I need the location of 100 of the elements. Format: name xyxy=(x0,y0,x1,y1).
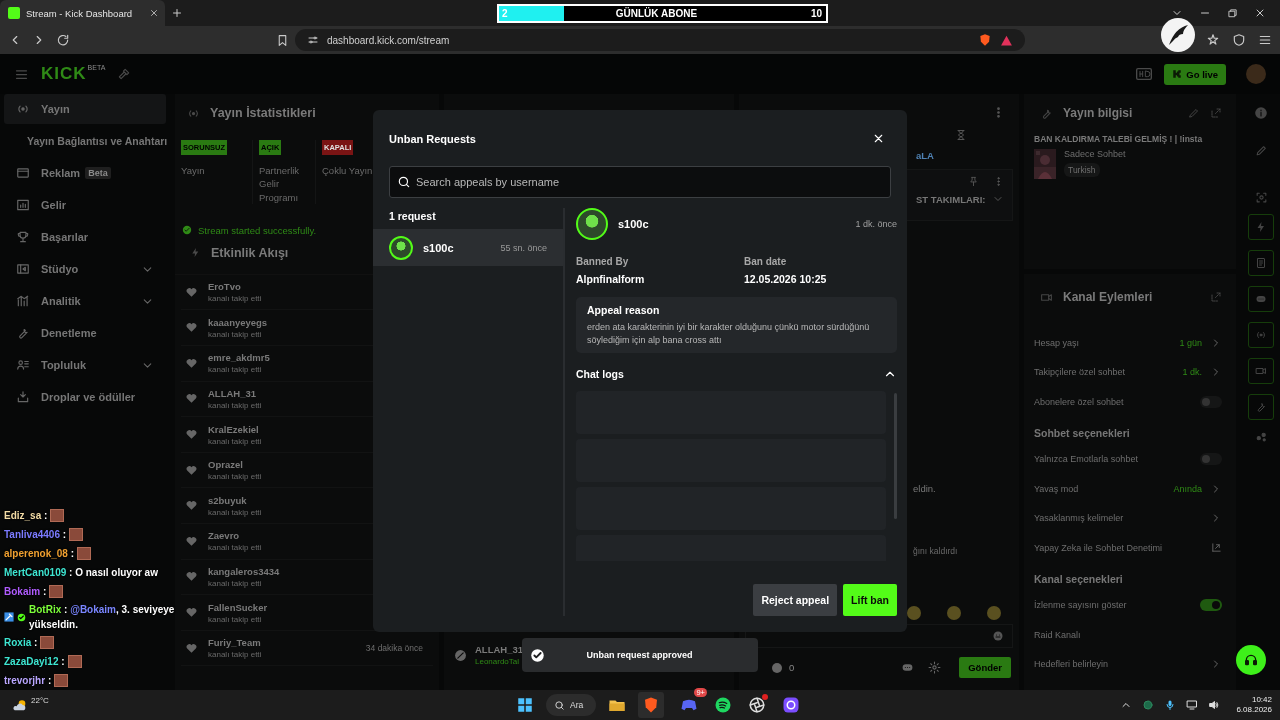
event-username[interactable]: FallenSucker xyxy=(208,601,268,613)
triangle-icon[interactable] xyxy=(1000,33,1013,47)
setting-label[interactable]: Takipçilere özel sohbet xyxy=(1034,367,1126,378)
event-username[interactable]: KralEzekiel xyxy=(208,423,262,435)
edit-icon[interactable] xyxy=(1188,107,1200,119)
sidebar-item[interactable]: Denetleme xyxy=(4,318,166,348)
category-name[interactable]: Sadece Sohbet xyxy=(1064,149,1126,159)
setting-label[interactable]: İzlenme sayısını göster xyxy=(1034,600,1127,611)
hourglass-icon[interactable] xyxy=(955,129,967,141)
music-app-icon[interactable] xyxy=(714,696,732,714)
windows-icon[interactable] xyxy=(516,696,534,714)
edit-icon[interactable] xyxy=(1254,144,1268,157)
sidebar-item[interactable]: Stüdyo xyxy=(4,254,166,284)
rail-button[interactable] xyxy=(1248,214,1274,240)
speaker-icon[interactable] xyxy=(1208,699,1221,711)
toggle-switch[interactable] xyxy=(1200,395,1222,408)
lion-shield-icon[interactable] xyxy=(978,33,992,47)
hammer-icon[interactable] xyxy=(117,67,132,81)
event-username[interactable]: EroTvo xyxy=(208,281,262,293)
sidebar-item[interactable]: Başarılar xyxy=(4,222,166,252)
event-username[interactable]: ALLAH_31 xyxy=(208,387,262,399)
setting-label[interactable]: Hesap yaşı xyxy=(1034,337,1080,348)
event-username[interactable]: kaaanyeyegs xyxy=(208,316,268,328)
site-settings-icon[interactable] xyxy=(307,34,319,46)
support-button[interactable] xyxy=(1236,645,1266,675)
event-username[interactable]: Furiy_Team xyxy=(208,637,262,649)
dots-icon[interactable] xyxy=(1254,430,1268,443)
avatar-icon[interactable] xyxy=(1246,64,1266,84)
popout-icon[interactable] xyxy=(1210,291,1222,303)
setting-label[interactable]: Yavaş mod xyxy=(1034,483,1079,494)
microphone-icon[interactable] xyxy=(1164,699,1177,711)
hd-icon[interactable] xyxy=(1136,68,1153,80)
sidebar-item[interactable]: Yayın xyxy=(4,94,166,124)
shield-icon[interactable] xyxy=(1232,33,1246,47)
close-icon[interactable] xyxy=(1254,7,1266,19)
sparkle-icon[interactable] xyxy=(1206,33,1220,47)
settings-icon[interactable] xyxy=(928,661,942,674)
event-username[interactable]: kangaleros3434 xyxy=(208,565,280,577)
external-link-icon[interactable] xyxy=(1211,542,1222,554)
clock-time[interactable]: 10:42 xyxy=(1251,695,1272,705)
status-dot-icon[interactable] xyxy=(1142,699,1155,711)
emote-icon[interactable] xyxy=(987,606,1001,620)
emote-icon[interactable] xyxy=(947,606,961,620)
setting-label[interactable]: Abonelere özel sohbet xyxy=(1034,396,1124,407)
browser-tab[interactable]: Stream - Kick Dashboard xyxy=(0,0,165,26)
toggle-switch[interactable] xyxy=(1200,453,1222,466)
taskbar-app[interactable] xyxy=(638,692,664,718)
chat-logs-toggle[interactable]: Chat logs xyxy=(576,353,897,392)
sidebar-item[interactable]: Yayın Bağlantısı ve Anahtarı xyxy=(4,126,166,156)
setting-label[interactable]: Yasaklanmış kelimeler xyxy=(1034,513,1124,524)
weather-icon[interactable] xyxy=(12,698,28,712)
sidebar-item[interactable]: Topluluk xyxy=(4,350,166,380)
sidebar-item[interactable]: Droplar ve ödüller xyxy=(4,382,166,412)
request-item[interactable]: s100c 55 sn. önce xyxy=(373,229,563,266)
rail-button[interactable] xyxy=(1248,322,1274,348)
kick-logo[interactable]: KICK xyxy=(41,64,87,84)
moderated-username[interactable]: ALLAH_31 xyxy=(475,644,524,655)
reject-button[interactable]: Reject appeal xyxy=(753,584,838,616)
setting-label[interactable]: Raid Kanalı xyxy=(1034,629,1081,640)
search-field[interactable]: Ara xyxy=(546,694,596,716)
search-field[interactable]: Search appeals by username xyxy=(389,166,891,198)
sidebar-item[interactable]: Reklam Beta xyxy=(4,158,166,188)
focus-icon[interactable] xyxy=(1254,191,1268,204)
event-username[interactable]: Zaevro xyxy=(208,530,262,542)
mention-link[interactable]: @Bokaim xyxy=(70,604,116,615)
sidebar-item[interactable]: Gelir xyxy=(4,190,166,220)
address-field[interactable]: dashboard.kick.com/stream xyxy=(295,29,1025,51)
toggle-switch[interactable] xyxy=(1200,599,1222,612)
network-icon[interactable] xyxy=(1186,699,1199,711)
popout-icon[interactable] xyxy=(1210,107,1222,119)
clock-date[interactable]: 6.08.2026 xyxy=(1236,705,1272,715)
aperture-icon[interactable] xyxy=(748,696,766,714)
ring-app-icon[interactable] xyxy=(782,696,800,714)
rail-button[interactable] xyxy=(1248,250,1274,276)
close-icon[interactable] xyxy=(149,8,159,18)
send-button[interactable]: Gönder xyxy=(959,657,1011,678)
rail-button[interactable] xyxy=(1248,358,1274,384)
rail-button[interactable] xyxy=(1248,286,1274,312)
sidebar-item[interactable]: Analitik xyxy=(4,286,166,316)
close-icon[interactable] xyxy=(872,132,885,145)
rail-button[interactable] xyxy=(1248,394,1274,420)
reload-icon[interactable] xyxy=(56,33,70,47)
event-username[interactable]: s2buyuk xyxy=(208,494,262,506)
bookmark-icon[interactable] xyxy=(276,33,289,47)
new-tab-icon[interactable] xyxy=(171,7,183,19)
event-username[interactable]: Oprazel xyxy=(208,459,262,471)
event-username[interactable]: emre_akdmr5 xyxy=(208,352,270,364)
setting-label[interactable]: Yapay Zeka ile Sohbet Denetimi xyxy=(1034,542,1162,553)
emote-icon[interactable] xyxy=(907,606,921,620)
pin-icon[interactable] xyxy=(968,176,979,187)
setting-label[interactable]: Yalnızca Emotlarla sohbet xyxy=(1034,454,1138,465)
moderator-name[interactable]: LeonardoTal xyxy=(475,657,524,666)
chat-icon[interactable] xyxy=(901,661,915,674)
lift-ban-button[interactable]: Lift ban xyxy=(843,584,897,616)
emoji-icon[interactable] xyxy=(992,630,1004,642)
setting-label[interactable]: Hedefleri belirleyin xyxy=(1034,659,1109,670)
scrollbar[interactable] xyxy=(894,393,897,520)
go-live-button[interactable]: Go live xyxy=(1164,63,1226,85)
menu-icon[interactable] xyxy=(1258,33,1272,47)
restore-icon[interactable] xyxy=(1227,7,1238,19)
